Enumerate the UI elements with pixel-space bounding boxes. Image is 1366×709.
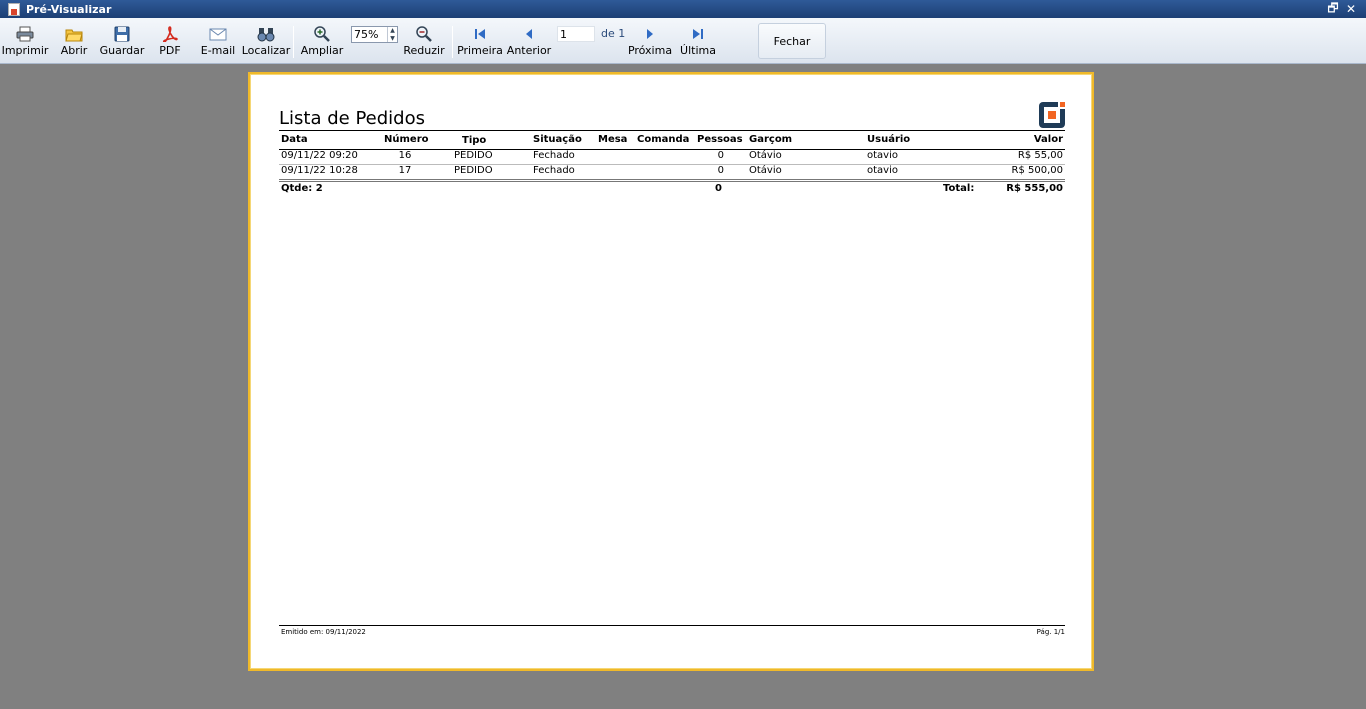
close-button[interactable]: Fechar xyxy=(758,23,826,59)
cell-garcom: Otávio xyxy=(749,150,782,161)
zoom-in-label: Ampliar xyxy=(300,44,344,57)
save-label: Guardar xyxy=(99,44,145,57)
cell-valor: R$ 55,00 xyxy=(1017,150,1063,161)
email-label: E-mail xyxy=(200,44,236,57)
open-button[interactable]: Abrir xyxy=(58,18,90,62)
cell-pessoas: 0 xyxy=(717,150,724,161)
last-page-button[interactable]: Última xyxy=(680,18,716,62)
cell-tipo: PEDIDO xyxy=(454,150,493,161)
cell-situacao: Fechado xyxy=(533,165,575,176)
next-icon xyxy=(641,25,659,43)
pessoas-total: 0 xyxy=(715,183,722,194)
cell-data: 09/11/22 10:28 xyxy=(281,165,358,176)
cell-numero: 17 xyxy=(398,165,412,176)
page-frame: Lista de Pedidos Data Número Tipo Situaç… xyxy=(248,72,1094,671)
count-label: Qtde: 2 xyxy=(281,183,323,194)
toolbar-separator xyxy=(293,26,294,58)
cell-pessoas: 0 xyxy=(717,165,724,176)
last-page-icon xyxy=(689,25,707,43)
spin-down-icon[interactable]: ▼ xyxy=(388,35,397,43)
title-bar: Pré-Visualizar 🗗 ✕ xyxy=(0,0,1366,18)
header-top-line xyxy=(279,130,1065,131)
pdf-icon xyxy=(161,25,179,43)
col-comanda: Comanda xyxy=(637,134,690,145)
app-icon xyxy=(8,2,20,16)
zoom-value: 75% xyxy=(354,28,379,41)
cell-data: 09/11/22 09:20 xyxy=(281,150,358,161)
restore-icon[interactable]: 🗗 xyxy=(1325,1,1341,17)
page-number-input[interactable] xyxy=(557,26,595,42)
open-label: Abrir xyxy=(60,44,88,57)
envelope-icon xyxy=(209,25,227,43)
cell-usuario: otavio xyxy=(867,150,898,161)
col-tipo: Tipo xyxy=(462,135,487,146)
pdf-button[interactable]: PDF xyxy=(155,18,185,62)
col-numero: Número xyxy=(384,134,429,145)
zoom-out-icon xyxy=(415,25,433,43)
pdf-label: PDF xyxy=(159,44,181,57)
footer-line xyxy=(279,625,1065,626)
cell-situacao: Fechado xyxy=(533,150,575,161)
previous-page-label: Anterior xyxy=(506,44,552,57)
binoculars-icon xyxy=(257,25,275,43)
find-label: Localizar xyxy=(241,44,291,57)
total-value: R$ 555,00 xyxy=(1006,183,1063,194)
email-button[interactable]: E-mail xyxy=(200,18,236,62)
cell-valor: R$ 500,00 xyxy=(1011,165,1063,176)
last-page-label: Última xyxy=(680,44,716,57)
col-pessoas: Pessoas xyxy=(697,134,743,145)
report-title: Lista de Pedidos xyxy=(279,108,425,129)
cell-usuario: otavio xyxy=(867,165,898,176)
page-count: de 1 xyxy=(601,27,626,40)
col-mesa: Mesa xyxy=(598,134,628,145)
close-icon[interactable]: ✕ xyxy=(1343,1,1359,17)
previous-page-button[interactable]: Anterior xyxy=(507,18,551,62)
print-label: Imprimir xyxy=(1,44,49,57)
cell-numero: 16 xyxy=(398,150,412,161)
previous-icon xyxy=(520,25,538,43)
first-page-button[interactable]: Primeira xyxy=(457,18,503,62)
next-page-button[interactable]: Próxima xyxy=(628,18,672,62)
printer-icon xyxy=(16,25,34,43)
col-valor: Valor xyxy=(1033,134,1063,145)
summary-line xyxy=(279,179,1065,180)
spin-up-icon[interactable]: ▲ xyxy=(388,27,397,35)
print-button[interactable]: Imprimir xyxy=(1,18,49,62)
toolbar: Imprimir Abrir Guardar PDF E-mail Locali… xyxy=(0,18,1366,64)
zoom-spinner[interactable]: ▲ ▼ xyxy=(387,27,397,42)
first-page-icon xyxy=(471,25,489,43)
zoom-out-button[interactable]: Reduzir xyxy=(403,18,445,62)
toolbar-separator xyxy=(452,26,453,58)
zoom-select[interactable]: 75% ▲ ▼ xyxy=(351,26,398,43)
zoom-out-label: Reduzir xyxy=(403,44,445,57)
col-garcom: Garçom xyxy=(749,134,793,145)
next-page-label: Próxima xyxy=(627,44,673,57)
col-data: Data xyxy=(281,134,308,145)
cell-tipo: PEDIDO xyxy=(454,165,493,176)
window-title: Pré-Visualizar xyxy=(26,2,112,16)
emitted-date: Emitido em: 09/11/2022 xyxy=(281,628,366,636)
summary-line xyxy=(279,181,1065,182)
col-usuario: Usuário xyxy=(867,134,911,145)
total-label: Total: xyxy=(943,183,975,194)
cell-garcom: Otávio xyxy=(749,165,782,176)
first-page-label: Primeira xyxy=(457,44,503,57)
zoom-in-button[interactable]: Ampliar xyxy=(300,18,344,62)
col-situacao: Situação xyxy=(533,134,582,145)
save-button[interactable]: Guardar xyxy=(100,18,144,62)
report-page: Lista de Pedidos Data Número Tipo Situaç… xyxy=(251,75,1091,668)
find-button[interactable]: Localizar xyxy=(241,18,291,62)
company-logo xyxy=(1038,101,1066,129)
zoom-in-icon xyxy=(313,25,331,43)
page-indicator: Pág. 1/1 xyxy=(1036,628,1065,636)
folder-icon xyxy=(65,25,83,43)
floppy-icon xyxy=(113,25,131,43)
